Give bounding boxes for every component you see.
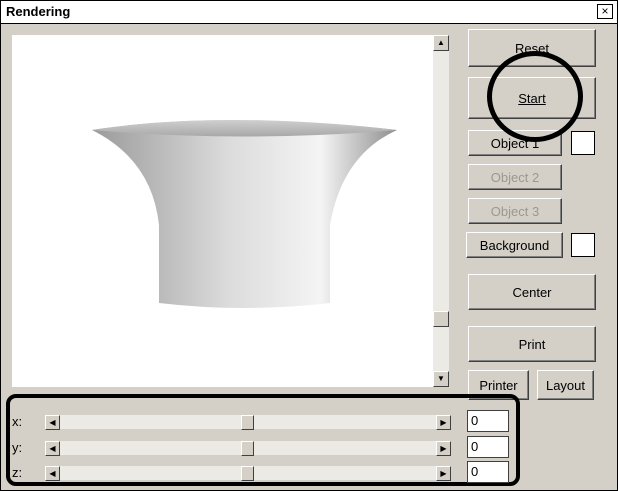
- x-slider[interactable]: ◀ ▶: [45, 415, 451, 430]
- background-button[interactable]: Background: [466, 232, 563, 258]
- object1-button[interactable]: Object 1: [468, 130, 562, 156]
- y-slider[interactable]: ◀ ▶: [45, 441, 451, 456]
- x-slider-thumb[interactable]: [241, 415, 254, 430]
- x-value-field[interactable]: 0: [467, 410, 509, 432]
- object1-color-swatch[interactable]: [571, 131, 595, 155]
- z-slider-thumb[interactable]: [241, 466, 254, 481]
- reset-button-label: Reset: [515, 40, 549, 56]
- object2-button: Object 2: [468, 164, 562, 190]
- object3-button-label: Object 3: [490, 203, 540, 219]
- z-slider[interactable]: ◀ ▶: [45, 466, 451, 481]
- print-button-label: Print: [518, 336, 546, 352]
- center-button-label: Center: [512, 284, 552, 300]
- render-viewport[interactable]: [12, 35, 433, 387]
- y-slider-left-arrow-icon[interactable]: ◀: [45, 441, 60, 456]
- z-slider-left-arrow-icon[interactable]: ◀: [45, 466, 60, 481]
- rendered-3d-object: [92, 120, 397, 308]
- z-value-field[interactable]: 0: [467, 461, 509, 483]
- z-slider-right-arrow-icon[interactable]: ▶: [436, 466, 451, 481]
- y-slider-right-arrow-icon[interactable]: ▶: [436, 441, 451, 456]
- window-title: Rendering: [6, 4, 71, 19]
- rendering-window: Rendering × ▲ ▼ Reset Start Object 1 Obj…: [0, 0, 618, 491]
- reset-button[interactable]: Reset: [468, 29, 596, 67]
- print-button[interactable]: Print: [468, 326, 596, 362]
- background-color-swatch[interactable]: [571, 233, 595, 257]
- y-slider-label: y:: [12, 440, 23, 455]
- object3-button: Object 3: [468, 198, 562, 224]
- x-slider-right-arrow-icon[interactable]: ▶: [436, 415, 451, 430]
- background-button-label: Background: [479, 237, 550, 253]
- close-button[interactable]: ×: [597, 4, 613, 19]
- viewport-scrollbar[interactable]: ▲ ▼: [433, 35, 449, 387]
- z-slider-label: z:: [12, 465, 23, 480]
- object2-button-label: Object 2: [490, 169, 540, 185]
- scroll-down-arrow-icon[interactable]: ▼: [433, 371, 449, 387]
- object1-button-label: Object 1: [490, 135, 540, 151]
- x-slider-left-arrow-icon[interactable]: ◀: [45, 415, 60, 430]
- y-slider-thumb[interactable]: [241, 441, 254, 456]
- x-slider-label: x:: [12, 414, 23, 429]
- layout-button[interactable]: Layout: [537, 370, 594, 400]
- center-button[interactable]: Center: [468, 274, 596, 310]
- start-button-label: Start: [518, 90, 546, 106]
- y-value-field[interactable]: 0: [467, 436, 509, 458]
- layout-button-label: Layout: [545, 377, 586, 393]
- start-button[interactable]: Start: [468, 77, 596, 119]
- scroll-up-arrow-icon[interactable]: ▲: [433, 35, 449, 51]
- scroll-thumb[interactable]: [433, 311, 449, 327]
- title-bar: Rendering ×: [1, 1, 617, 24]
- printer-button-label: Printer: [479, 377, 518, 393]
